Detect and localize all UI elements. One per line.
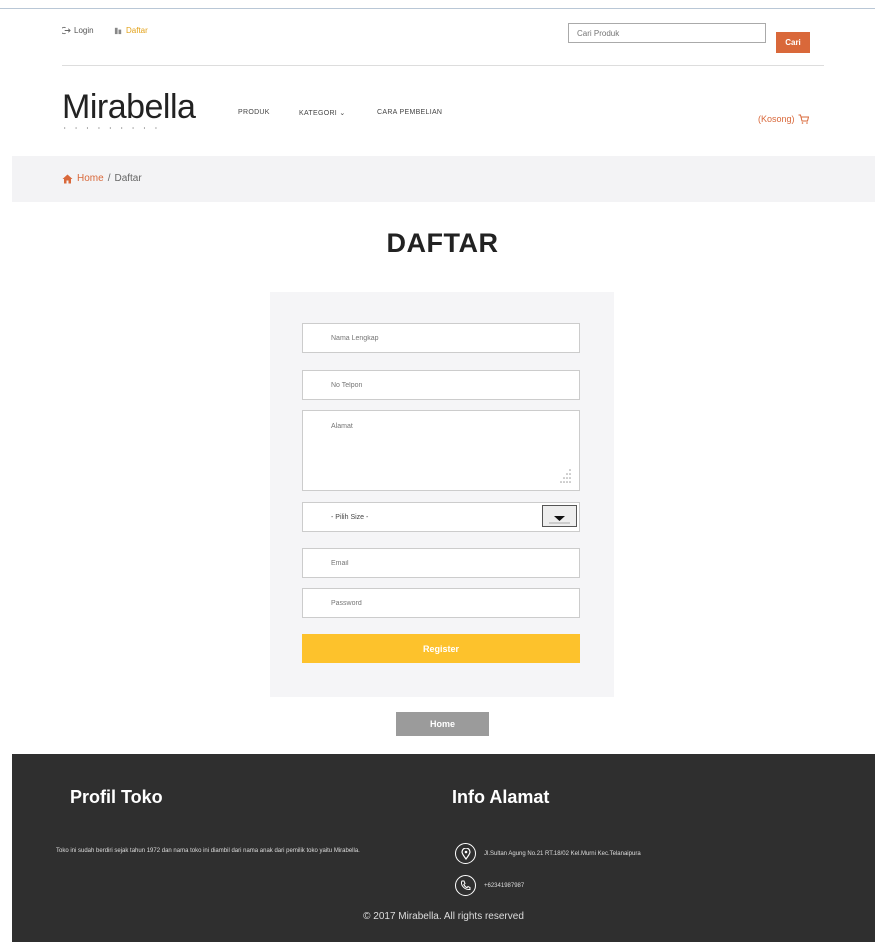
caret-down-icon: ⌄ bbox=[339, 110, 346, 117]
register-button[interactable]: Register bbox=[302, 634, 580, 663]
header-divider bbox=[62, 65, 824, 66]
phone-input[interactable] bbox=[302, 370, 580, 400]
login-label: Login bbox=[74, 26, 94, 35]
copyright-text: © 2017 Mirabella. All rights reserved bbox=[363, 911, 524, 922]
home-icon bbox=[62, 174, 73, 183]
daftar-link[interactable]: Daftar bbox=[114, 26, 148, 35]
cart-link[interactable]: (Kosong) bbox=[758, 114, 809, 124]
email-input[interactable] bbox=[302, 548, 580, 578]
size-select[interactable]: - Pilih Size - bbox=[302, 502, 580, 532]
location-pin-icon bbox=[455, 843, 476, 864]
select-dropdown-button[interactable] bbox=[542, 505, 577, 527]
footer-address-row: Jl.Sultan Agung No.21 RT.18/02 Kel.Murni… bbox=[455, 843, 641, 864]
phone-icon bbox=[455, 875, 476, 896]
chevron-down-icon bbox=[549, 516, 570, 524]
nav-item-produk[interactable]: PRODUK bbox=[238, 109, 270, 116]
footer-phone-text: +62341987987 bbox=[484, 882, 525, 889]
home-button[interactable]: Home bbox=[396, 712, 489, 736]
nav-label: PRODUK bbox=[238, 109, 270, 116]
breadcrumb-bar: Home / Daftar bbox=[12, 156, 875, 202]
login-icon bbox=[62, 26, 71, 35]
address-textarea[interactable] bbox=[302, 410, 580, 491]
nav-label: KATEGORI bbox=[299, 110, 338, 117]
footer-phone-row: +62341987987 bbox=[455, 875, 524, 896]
password-input[interactable] bbox=[302, 588, 580, 618]
page-title: DAFTAR bbox=[386, 228, 499, 258]
breadcrumb-current: Daftar bbox=[114, 173, 142, 184]
footer-address-title: Info Alamat bbox=[452, 787, 550, 807]
daftar-label: Daftar bbox=[126, 26, 148, 35]
footer-profile-title: Profil Toko bbox=[70, 787, 163, 807]
top-border-line bbox=[0, 8, 875, 9]
register-icon bbox=[114, 27, 122, 35]
nav-label: CARA PEMBELIAN bbox=[377, 109, 443, 116]
login-link[interactable]: Login bbox=[62, 26, 94, 35]
nav-item-kategori[interactable]: KATEGORI ⌄ bbox=[299, 109, 345, 117]
nav-item-cara-pembelian[interactable]: CARA PEMBELIAN bbox=[377, 109, 442, 116]
brand-tagline-decoration: ••••••••• bbox=[64, 125, 167, 130]
cart-icon bbox=[798, 114, 809, 124]
breadcrumb-separator: / bbox=[107, 173, 111, 184]
footer-profile-text: Toko ini sudah berdiri sejak tahun 1972 … bbox=[56, 848, 360, 854]
size-selected-value: - Pilih Size - bbox=[331, 513, 369, 521]
search-button[interactable]: Cari bbox=[776, 32, 810, 53]
search-input[interactable] bbox=[568, 23, 766, 43]
full-name-input[interactable] bbox=[302, 323, 580, 353]
footer: Profil Toko Info Alamat Toko ini sudah b… bbox=[12, 754, 875, 942]
cart-status: (Kosong) bbox=[758, 114, 795, 124]
resize-handle-icon[interactable] bbox=[555, 466, 573, 484]
breadcrumb: Home / Daftar bbox=[62, 173, 142, 184]
breadcrumb-home-link[interactable]: Home bbox=[77, 173, 104, 184]
footer-address-text: Jl.Sultan Agung No.21 RT.18/02 Kel.Murni… bbox=[484, 850, 641, 857]
brand-logo[interactable]: Mirabella bbox=[62, 88, 196, 127]
top-bar: Login Daftar Cari bbox=[62, 22, 824, 53]
